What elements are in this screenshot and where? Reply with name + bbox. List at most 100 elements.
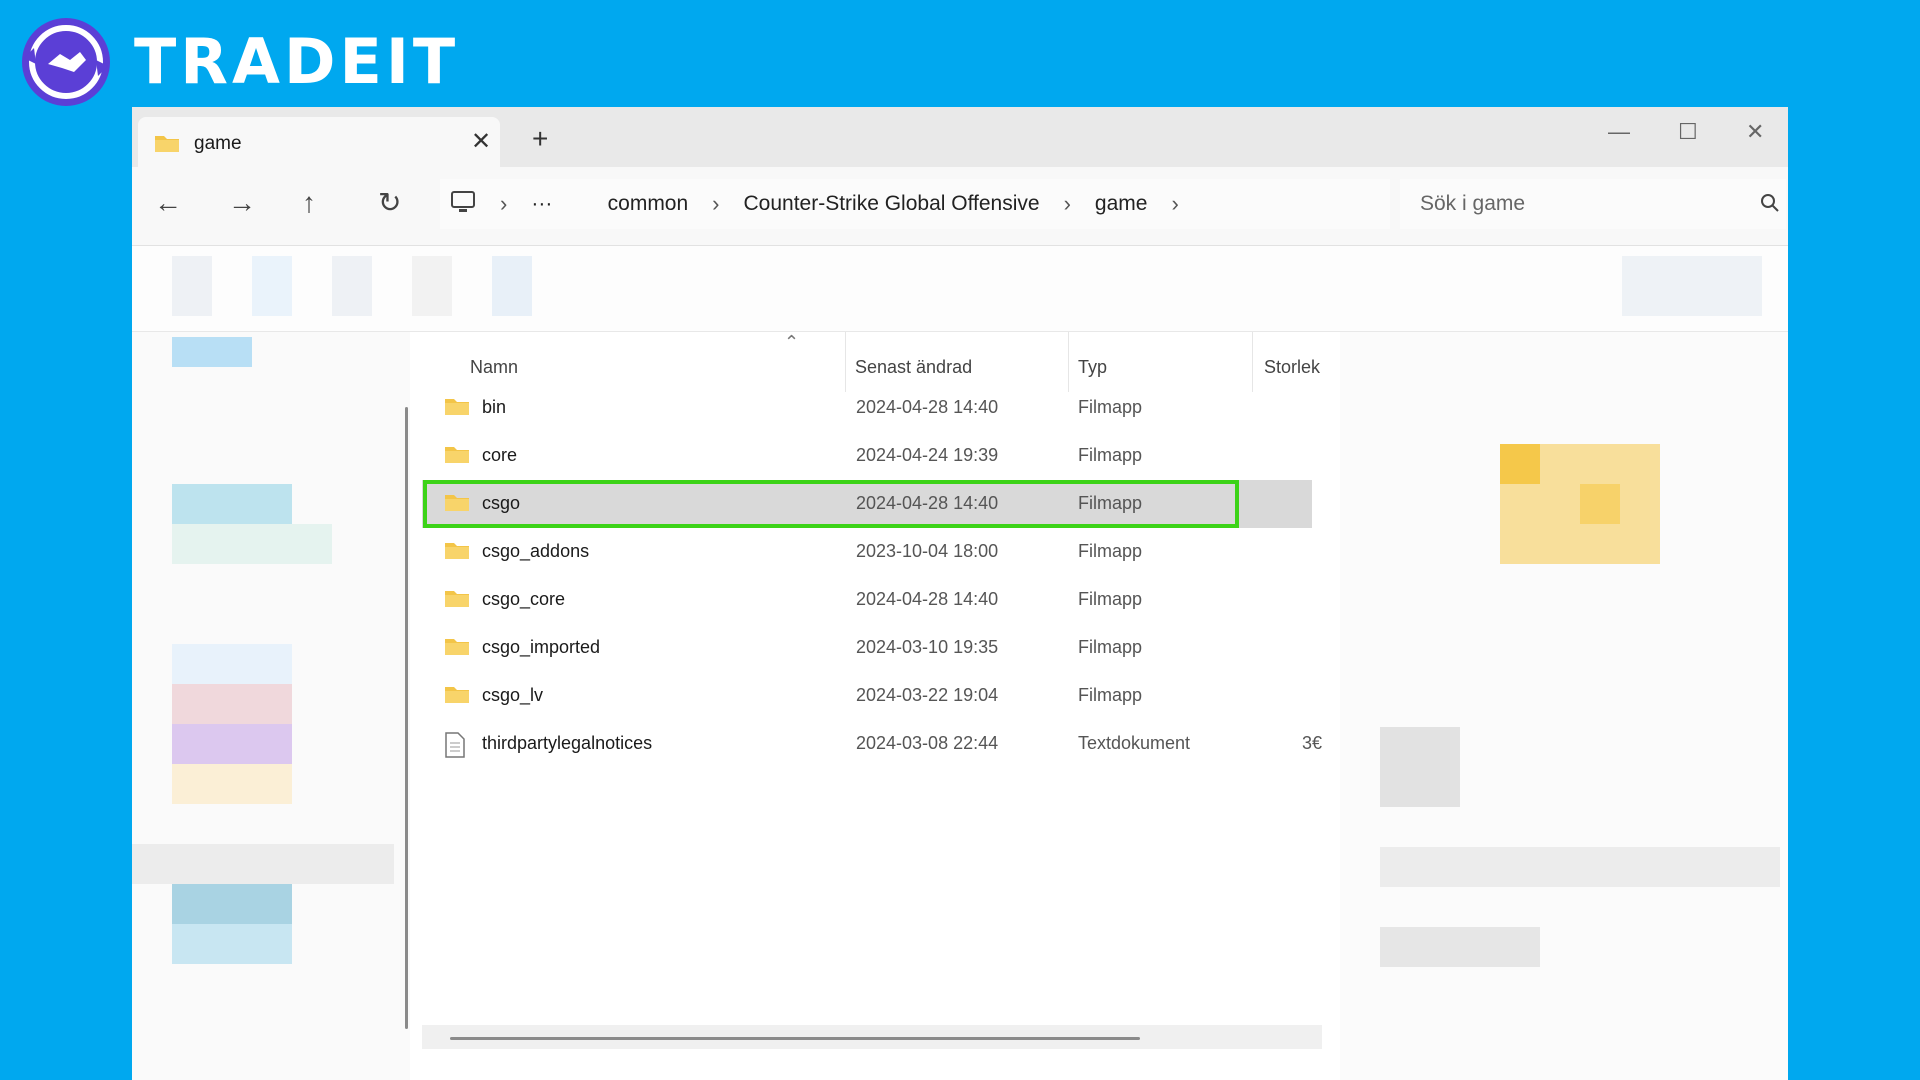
file-type: Filmapp <box>1078 685 1143 705</box>
file-type: Filmapp <box>1078 637 1143 657</box>
breadcrumb-common[interactable]: common <box>608 192 689 216</box>
window-close-icon[interactable]: ✕ <box>1746 119 1764 145</box>
file-modified: 2024-04-24 19:39 <box>856 445 999 465</box>
column-header-name[interactable]: Namn <box>470 357 518 378</box>
search-input[interactable]: Sök i game <box>1400 179 1786 229</box>
forward-icon[interactable]: → <box>228 189 256 217</box>
blurred-nav-item[interactable] <box>172 724 292 764</box>
folder-icon <box>444 540 470 565</box>
details-pane <box>1340 332 1788 1080</box>
blurred-command[interactable] <box>1622 256 1762 316</box>
back-icon[interactable]: ← <box>154 189 182 217</box>
list-item[interactable]: core 2024-04-24 19:39 Filmapp <box>422 432 1312 480</box>
chevron-right-icon[interactable]: › <box>712 191 719 217</box>
file-explorer-window: game ✕ + — ☐ ✕ ← → ↑ ↻ › ··· › common › … <box>132 107 1788 1080</box>
close-icon[interactable]: ✕ <box>471 127 491 156</box>
list-item[interactable]: csgo_core 2024-04-28 14:40 Filmapp <box>422 576 1312 624</box>
this-pc-icon[interactable] <box>450 190 476 219</box>
blurred-command[interactable] <box>252 256 292 316</box>
chevron-right-icon[interactable]: › <box>1171 191 1178 217</box>
column-header-size[interactable]: Storlek <box>1264 357 1320 378</box>
folder-icon <box>444 396 470 421</box>
brand-name: TRADEIT <box>134 25 460 98</box>
column-divider[interactable] <box>845 332 846 392</box>
file-type: Filmapp <box>1078 397 1143 417</box>
blurred-nav-item[interactable] <box>172 924 292 964</box>
blurred-preview-icon <box>1580 484 1620 524</box>
folder-icon <box>444 636 470 661</box>
blurred-nav-item[interactable] <box>172 337 252 367</box>
text-document-icon <box>444 732 466 763</box>
blurred-command[interactable] <box>492 256 532 316</box>
blurred-nav-item[interactable] <box>172 484 292 524</box>
up-icon[interactable]: ↑ <box>302 189 316 217</box>
file-name: csgo_addons <box>482 541 590 561</box>
list-item[interactable]: csgo_addons 2023-10-04 18:00 Filmapp <box>422 528 1312 576</box>
column-header-modified[interactable]: Senast ändrad <box>855 357 972 378</box>
list-item[interactable]: bin 2024-04-28 14:40 Filmapp <box>422 384 1312 432</box>
column-divider[interactable] <box>1252 332 1253 392</box>
blurred-preview-icon <box>1500 444 1540 484</box>
sort-ascending-icon: ⌃ <box>784 332 800 352</box>
blurred-command[interactable] <box>172 256 212 316</box>
list-item-selected[interactable]: csgo 2024-04-28 14:40 Filmapp <box>422 480 1312 528</box>
file-name: csgo <box>482 493 521 513</box>
file-name: csgo_lv <box>482 685 544 705</box>
file-list: ⌃ Namn Senast ändrad Typ Storlek bin 202… <box>422 332 1332 1080</box>
horizontal-scrollbar-thumb[interactable] <box>450 1037 1140 1040</box>
title-bar: game ✕ + — ☐ ✕ <box>132 107 1788 167</box>
command-bar <box>132 246 1788 332</box>
file-type: Filmapp <box>1078 493 1143 513</box>
blurred-nav-item[interactable] <box>172 644 292 684</box>
file-modified: 2024-04-28 14:40 <box>856 397 999 417</box>
breadcrumb-game[interactable]: game <box>1095 192 1148 216</box>
file-name: csgo_imported <box>482 637 601 657</box>
file-type: Filmapp <box>1078 541 1143 561</box>
blurred-nav-item[interactable] <box>172 684 292 724</box>
breadcrumb[interactable]: › ··· › common › Counter-Strike Global O… <box>440 179 1390 229</box>
blurred-nav-item[interactable] <box>172 764 292 804</box>
tab-game[interactable]: game ✕ <box>138 117 500 167</box>
file-modified: 2024-03-22 19:04 <box>856 685 999 705</box>
folder-icon <box>444 444 470 469</box>
refresh-icon[interactable]: ↻ <box>378 189 401 217</box>
list-item[interactable]: csgo_imported 2024-03-10 19:35 Filmapp <box>422 624 1312 672</box>
tab-title: game <box>194 133 242 154</box>
list-item[interactable]: thirdpartylegalnotices 2024-03-08 22:44 … <box>422 720 1322 768</box>
blurred-command[interactable] <box>412 256 452 316</box>
folder-icon <box>444 588 470 613</box>
blurred-detail <box>1380 927 1540 967</box>
list-item[interactable]: csgo_lv 2024-03-22 19:04 Filmapp <box>422 672 1312 720</box>
sidebar-scrollbar[interactable] <box>405 407 408 1029</box>
blurred-detail <box>1380 727 1460 807</box>
blurred-nav-item[interactable] <box>172 524 332 564</box>
plus-icon[interactable]: + <box>532 125 548 153</box>
breadcrumb-overflow[interactable]: ··· <box>531 192 552 216</box>
navigation-pane <box>132 332 410 1080</box>
chevron-right-icon[interactable]: › <box>1064 191 1071 217</box>
column-header-type[interactable]: Typ <box>1078 357 1107 378</box>
minimize-icon[interactable]: — <box>1608 119 1630 145</box>
file-name: thirdpartylegalnotices <box>482 733 653 753</box>
search-icon[interactable] <box>1760 193 1780 218</box>
file-modified: 2024-03-10 19:35 <box>856 637 999 657</box>
file-size: 3€ <box>1302 733 1323 753</box>
handshake-logo-icon <box>18 14 114 110</box>
file-type: Textdokument <box>1078 733 1191 753</box>
file-modified: 2024-04-28 14:40 <box>856 493 999 513</box>
file-type: Filmapp <box>1078 445 1143 465</box>
file-modified: 2024-03-08 22:44 <box>856 733 999 753</box>
maximize-icon[interactable]: ☐ <box>1678 119 1698 145</box>
breadcrumb-csgo[interactable]: Counter-Strike Global Offensive <box>744 192 1040 216</box>
blurred-detail <box>1380 847 1780 887</box>
chevron-right-icon[interactable]: › <box>500 191 507 217</box>
blurred-nav-item[interactable] <box>132 844 394 884</box>
file-type: Filmapp <box>1078 589 1143 609</box>
blurred-nav-item[interactable] <box>172 884 292 924</box>
blurred-command[interactable] <box>332 256 372 316</box>
search-placeholder: Sök i game <box>1420 192 1526 215</box>
tradeit-logo: TRADEIT <box>18 14 459 110</box>
column-divider[interactable] <box>1068 332 1069 392</box>
file-modified: 2024-04-28 14:40 <box>856 589 999 609</box>
folder-icon <box>444 492 470 517</box>
